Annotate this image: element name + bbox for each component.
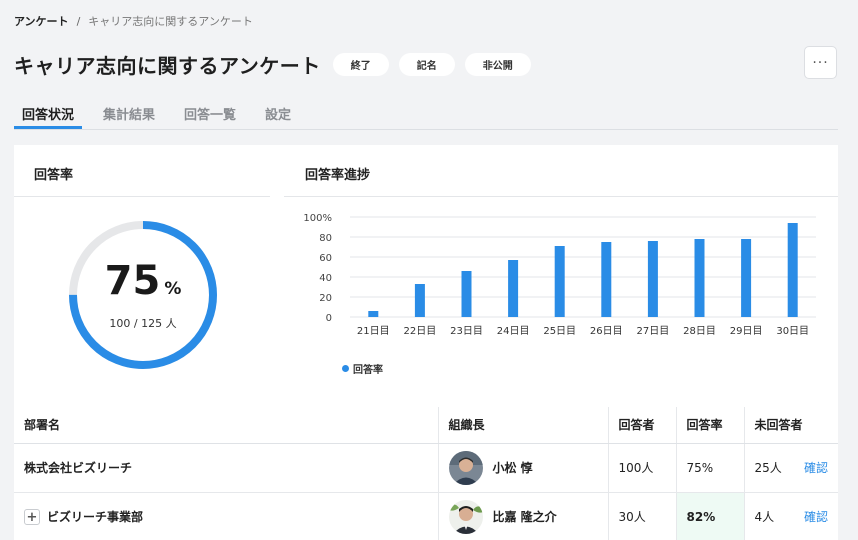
legend-label: 回答率 — [353, 365, 383, 376]
gauge-percent-unit: % — [164, 279, 182, 299]
chart-bar — [787, 223, 798, 317]
avatar — [448, 499, 483, 534]
rate-panel-divider — [14, 196, 270, 197]
more-dots-icon: ··· — [812, 54, 829, 71]
chart-bar — [508, 260, 519, 317]
respondents-count: 30人 — [608, 492, 677, 540]
col-respondents: 回答者 — [608, 407, 677, 444]
col-leader: 組織長 — [438, 407, 609, 444]
chart-bar — [554, 246, 565, 317]
status-badge-private: 非公開 — [464, 53, 531, 76]
gauge-detail: 100 / 125 人 — [109, 317, 177, 330]
dept-cell: + ビズリーチ事業部 — [14, 492, 439, 540]
more-options-button[interactable]: ··· — [804, 46, 837, 79]
leader-name: 比嘉 隆之介 — [492, 510, 557, 524]
unanswered-cell: 25人 確認 — [744, 443, 838, 493]
x-tick-label: 23日目 — [450, 326, 483, 337]
x-tick-label: 21日目 — [357, 326, 390, 337]
x-tick-label: 25日目 — [543, 326, 576, 337]
y-tick-label: 40 — [319, 273, 332, 284]
x-tick-label: 24日目 — [497, 326, 530, 337]
main-card: 回答率 75% 100 / 125 人 回答率進捗 0 20 40 60 80 100% 2… — [14, 145, 838, 540]
legend-marker — [342, 365, 349, 372]
table-header-row: 部署名 組織長 回答者 回答率 未回答者 — [14, 407, 838, 444]
tab-aggregate-results[interactable]: 集計結果 — [95, 98, 163, 129]
department-table: 部署名 組織長 回答者 回答率 未回答者 株式会社ビズリーチ 小松 惇 100人… — [14, 407, 838, 540]
y-tick-label: 60 — [319, 253, 332, 264]
tab-bar: 回答状況 集計結果 回答一覧 設定 — [14, 98, 838, 130]
tab-response-status[interactable]: 回答状況 — [14, 98, 83, 129]
chart-bar — [368, 311, 379, 317]
expand-plus-icon[interactable]: + — [24, 509, 40, 526]
chart-bar — [694, 239, 705, 317]
dept-name: 株式会社ビズリーチ — [14, 443, 439, 493]
leader-cell: 比嘉 隆之介 — [438, 492, 609, 540]
progress-bar-chart: 0 20 40 60 80 100% 21日目 22日目 23日目 24日目 25日目 26日目 27日… — [304, 213, 816, 337]
progress-panel-divider — [284, 196, 838, 197]
breadcrumb-current: キャリア志向に関するアンケート — [88, 15, 253, 28]
leader-cell: 小松 惇 — [438, 443, 609, 493]
breadcrumb-home-link[interactable]: アンケート — [14, 13, 69, 29]
chart-bar — [414, 284, 425, 317]
x-tick-label: 26日目 — [590, 326, 623, 337]
breadcrumb: アンケート / キャリア志向に関するアンケート — [14, 13, 253, 29]
response-rate-highlight: 82% — [676, 492, 745, 540]
chart-bar — [601, 242, 612, 317]
y-tick-label: 80 — [319, 233, 332, 244]
response-rate-title: 回答率 — [34, 168, 74, 183]
col-rate: 回答率 — [676, 407, 745, 444]
tab-response-list[interactable]: 回答一覧 — [176, 98, 244, 129]
unanswered-count: 4人 — [754, 510, 775, 524]
tab-settings[interactable]: 設定 — [257, 98, 299, 129]
dept-name: ビズリーチ事業部 — [47, 509, 144, 524]
table-row: + ビズリーチ事業部 比嘉 隆之介 30人 82% 4人 確認 — [14, 492, 838, 540]
status-badge-named: 記名 — [398, 53, 455, 76]
gauge-value: 75% — [66, 258, 220, 304]
x-tick-label: 27日目 — [637, 326, 670, 337]
table-row: 株式会社ビズリーチ 小松 惇 100人 75% 25人 確認 — [14, 443, 838, 493]
confirm-link[interactable]: 確認 — [804, 459, 828, 476]
chart-bar — [461, 271, 472, 317]
chart-legend: 回答率 — [342, 361, 383, 376]
x-tick-label: 30日目 — [776, 326, 809, 337]
confirm-link[interactable]: 確認 — [804, 508, 828, 525]
y-tick-label: 0 — [326, 313, 332, 324]
col-unanswered: 未回答者 — [744, 407, 838, 444]
title-row: キャリア志向に関するアンケート 終了 記名 非公開 — [14, 50, 531, 79]
unanswered-count: 25人 — [754, 461, 782, 475]
x-tick-label: 28日目 — [683, 326, 716, 337]
leader-name: 小松 惇 — [492, 461, 533, 475]
unanswered-cell: 4人 確認 — [744, 492, 838, 540]
col-department: 部署名 — [14, 407, 439, 444]
breadcrumb-separator: / — [76, 14, 81, 28]
y-tick-label: 20 — [319, 293, 332, 304]
chart-bar — [647, 241, 658, 317]
chart-bar — [741, 239, 752, 317]
respondents-count: 100人 — [608, 443, 677, 493]
status-badges: 終了 記名 非公開 — [332, 53, 531, 76]
gauge-percent: 75 — [104, 258, 161, 304]
status-badge-closed: 終了 — [332, 53, 389, 76]
page-title: キャリア志向に関するアンケート — [14, 54, 321, 78]
x-tick-label: 22日目 — [404, 326, 437, 337]
avatar — [448, 450, 483, 485]
y-tick-label: 100% — [304, 213, 332, 224]
response-rate: 75% — [676, 443, 745, 493]
x-tick-label: 29日目 — [730, 326, 763, 337]
progress-title: 回答率進捗 — [305, 168, 371, 183]
